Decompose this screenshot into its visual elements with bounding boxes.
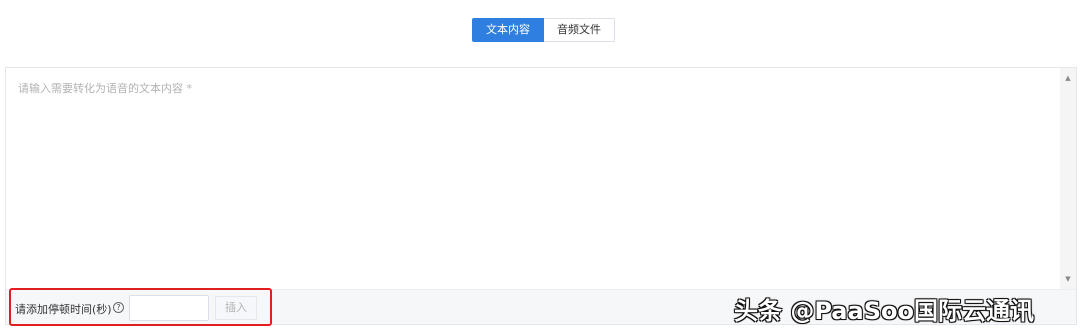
tab-text-content[interactable]: 文本内容 bbox=[472, 18, 544, 42]
text-editor-panel: ▲ ▼ 请添加停顿时间(秒) ? 插入 bbox=[5, 67, 1077, 325]
insert-button[interactable]: 插入 bbox=[215, 296, 257, 320]
scroll-up-arrow-icon[interactable]: ▲ bbox=[1060, 71, 1076, 85]
content-type-tabs: 文本内容 音频文件 bbox=[472, 18, 615, 42]
editor-scrollbar[interactable]: ▲ ▼ bbox=[1060, 68, 1076, 289]
help-question-icon[interactable]: ? bbox=[113, 302, 124, 313]
watermark-text: 头条 @PaaSoo国际云通讯 bbox=[734, 297, 1034, 325]
pause-seconds-input[interactable] bbox=[129, 295, 209, 321]
text-content-input[interactable] bbox=[6, 68, 1059, 288]
scroll-down-arrow-icon[interactable]: ▼ bbox=[1060, 272, 1076, 286]
tab-audio-file[interactable]: 音频文件 bbox=[544, 18, 615, 42]
pause-time-label: 请添加停顿时间(秒) bbox=[15, 303, 112, 316]
